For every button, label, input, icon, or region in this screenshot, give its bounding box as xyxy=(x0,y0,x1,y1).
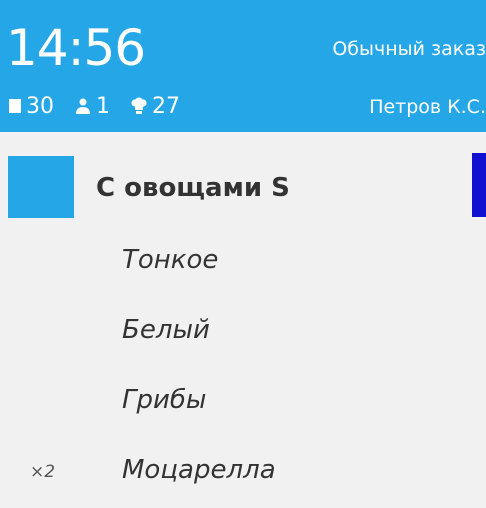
modifier-name: Моцарелла xyxy=(122,455,276,485)
item-title[interactable]: С овощами S xyxy=(96,170,290,206)
scroll-indicator xyxy=(472,153,486,217)
clock-time: 14:56 xyxy=(6,19,146,77)
order-header: 14:56 Обычный заказ 30 1 27 Петров К.С. xyxy=(0,0,486,132)
order-number: 27 xyxy=(152,93,180,119)
order-number-stat: 27 xyxy=(130,94,180,119)
modifier-name: Белый xyxy=(122,315,210,345)
modifier-item: Тонкое xyxy=(0,228,486,298)
modifier-item: Белый xyxy=(0,298,486,368)
waiter-name: Петров К.С. xyxy=(369,96,486,118)
modifier-item: Грибы xyxy=(0,368,486,438)
modifier-quantity: ×2 xyxy=(30,462,56,482)
person-icon xyxy=(74,97,96,115)
table-stat: 30 xyxy=(8,94,54,119)
table-number: 30 xyxy=(26,93,54,119)
order-stats: 30 1 27 xyxy=(8,90,200,122)
chef-hat-icon xyxy=(130,97,152,115)
modifier-item: ×2 Моцарелла xyxy=(0,438,486,508)
modifier-list: Тонкое Белый Грибы ×2 Моцарелла xyxy=(0,228,486,508)
guests-stat: 1 xyxy=(74,94,110,119)
table-icon xyxy=(8,98,26,114)
item-status-marker[interactable] xyxy=(8,156,74,218)
modifier-name: Тонкое xyxy=(122,245,219,275)
order-type-label: Обычный заказ xyxy=(332,38,486,60)
modifier-name: Грибы xyxy=(122,385,207,415)
guest-count: 1 xyxy=(96,93,110,119)
